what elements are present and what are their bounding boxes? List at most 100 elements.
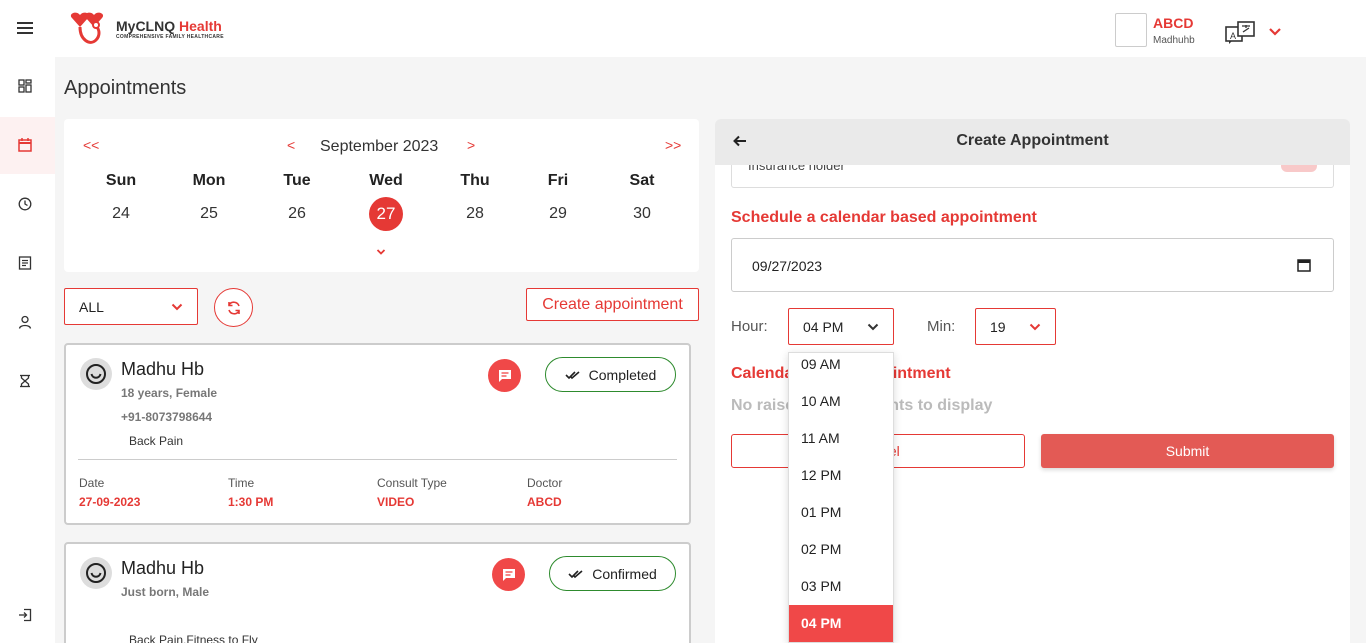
patient-avatar <box>80 557 112 589</box>
day-30[interactable]: 30 <box>612 205 672 223</box>
appointment-reason: Back Pain <box>129 434 184 448</box>
chevron-down-icon <box>171 303 183 311</box>
panel-title: Create Appointment <box>956 132 1109 149</box>
app-logo[interactable]: MyCLNQ Health COMPREHENSIVE FAMILY HEALT… <box>66 10 224 48</box>
day-24[interactable]: 24 <box>91 205 151 223</box>
double-check-icon <box>568 569 583 578</box>
calendar-month-label: September 2023 <box>320 138 439 155</box>
appointment-card[interactable]: Madhu Hb 18 years, Female +91-8073798644… <box>64 343 691 525</box>
appointment-card[interactable]: Madhu Hb Just born, Male Back Pain,Fitne… <box>64 542 691 643</box>
calendar-picker-icon[interactable] <box>1297 258 1311 272</box>
top-bar: MyCLNQ Health COMPREHENSIVE FAMILY HEALT… <box>0 0 1366 57</box>
submit-button[interactable]: Submit <box>1041 434 1334 468</box>
create-appointment-button[interactable]: Create appointment <box>526 288 699 321</box>
status-badge: Completed <box>545 357 676 392</box>
status-badge: Confirmed <box>549 556 676 591</box>
patient-age-gender: 18 years, Female <box>121 386 218 400</box>
day-name-sat: Sat <box>629 172 655 189</box>
day-29[interactable]: 29 <box>528 205 588 223</box>
day-name-thu: Thu <box>460 172 490 189</box>
schedule-section-title: Schedule a calendar based appointment <box>731 209 1037 226</box>
chat-icon <box>498 369 511 382</box>
chevron-down-icon <box>867 323 879 331</box>
day-name-wed: Wed <box>369 172 403 189</box>
date-value: 27-09-2023 <box>79 495 141 509</box>
day-name-mon: Mon <box>192 172 226 189</box>
panel-header: Create Appointment <box>715 119 1350 165</box>
hour-option[interactable]: 02 PM <box>789 531 893 568</box>
date-value: 09/27/2023 <box>752 258 823 274</box>
double-check-icon <box>565 370 580 379</box>
date-field[interactable]: 09/27/2023 <box>731 238 1334 292</box>
user-role: Madhuhb <box>1153 35 1195 46</box>
patient-name: Madhu Hb <box>121 359 205 379</box>
smiley-icon <box>86 364 106 384</box>
refresh-icon <box>227 300 240 315</box>
chevron-down-icon[interactable] <box>376 243 386 261</box>
day-25[interactable]: 25 <box>179 205 239 223</box>
doctor-value: ABCD <box>527 495 562 509</box>
prev-year-button[interactable]: << <box>83 137 99 153</box>
document-icon[interactable] <box>16 254 34 272</box>
calendar-icon[interactable] <box>16 136 34 154</box>
app-name-accent: Health <box>179 18 222 34</box>
patient-name: Madhu Hb <box>121 558 205 578</box>
chat-button[interactable] <box>488 359 521 392</box>
hourglass-icon[interactable] <box>16 372 34 390</box>
divider <box>78 459 677 460</box>
chat-button[interactable] <box>492 558 525 591</box>
chevron-down-icon[interactable] <box>1268 24 1282 42</box>
logout-icon[interactable] <box>16 606 34 624</box>
minute-select[interactable]: 19 <box>975 308 1056 345</box>
next-month-button[interactable]: > <box>467 137 475 153</box>
status-filter-select[interactable]: ALL <box>64 288 198 325</box>
hour-option[interactable]: 11 AM <box>789 420 893 457</box>
doctor-label: Doctor <box>527 476 563 490</box>
refresh-button[interactable] <box>214 288 253 327</box>
app-name: MyCLNQ <box>116 18 176 34</box>
next-year-button[interactable]: >> <box>665 137 681 153</box>
hour-option[interactable]: 03 PM <box>789 568 893 605</box>
patient-phone: +91-8073798644 <box>121 410 213 424</box>
week-calendar: << < September 2023 > >> Sun Mon Tue Wed… <box>64 119 699 272</box>
menu-icon[interactable] <box>17 22 33 36</box>
hour-value: 04 PM <box>803 319 844 335</box>
patient-age-gender: Just born, Male <box>121 585 210 599</box>
hour-option-selected[interactable]: 04 PM <box>789 605 893 642</box>
consult-type-value: VIDEO <box>377 495 415 509</box>
language-icon[interactable]: A <box>1225 21 1257 50</box>
clock-icon[interactable] <box>16 195 34 213</box>
status-filter-value: ALL <box>79 299 104 315</box>
status-label: Confirmed <box>592 565 657 582</box>
dashboard-icon[interactable] <box>16 77 34 95</box>
patient-avatar <box>80 358 112 390</box>
hour-option[interactable]: 09 AM <box>789 353 893 383</box>
tagline: COMPREHENSIVE FAMILY HEALTHCARE <box>116 34 224 40</box>
minute-value: 19 <box>990 319 1006 335</box>
stethoscope-heart-icon <box>66 10 110 48</box>
day-28[interactable]: 28 <box>445 205 505 223</box>
prev-month-button[interactable]: < <box>287 137 295 153</box>
smiley-icon <box>86 563 106 583</box>
consult-type-label: Consult Type <box>377 476 447 490</box>
time-value: 1:30 PM <box>228 495 274 509</box>
chat-icon <box>502 568 515 581</box>
day-name-fri: Fri <box>547 172 569 189</box>
day-name-sun: Sun <box>105 172 137 189</box>
day-name-tue: Tue <box>283 172 311 189</box>
page-title: Appointments <box>64 77 187 99</box>
hour-option[interactable]: 12 PM <box>789 457 893 494</box>
hour-dropdown-list[interactable]: 09 AM 10 AM 11 AM 12 PM 01 PM 02 PM 03 P… <box>788 352 894 643</box>
hour-select[interactable]: 04 PM <box>788 308 894 345</box>
time-label: Time <box>228 476 255 490</box>
chevron-down-icon <box>1029 323 1041 331</box>
day-27-selected[interactable]: 27 <box>369 197 403 231</box>
user-icon[interactable] <box>16 313 34 331</box>
day-26[interactable]: 26 <box>267 205 327 223</box>
hour-option[interactable]: 10 AM <box>789 383 893 420</box>
avatar[interactable] <box>1115 13 1147 47</box>
user-name[interactable]: ABCD <box>1153 15 1193 31</box>
min-label: Min: <box>927 318 956 335</box>
date-label: Date <box>79 476 105 490</box>
hour-option[interactable]: 01 PM <box>789 494 893 531</box>
